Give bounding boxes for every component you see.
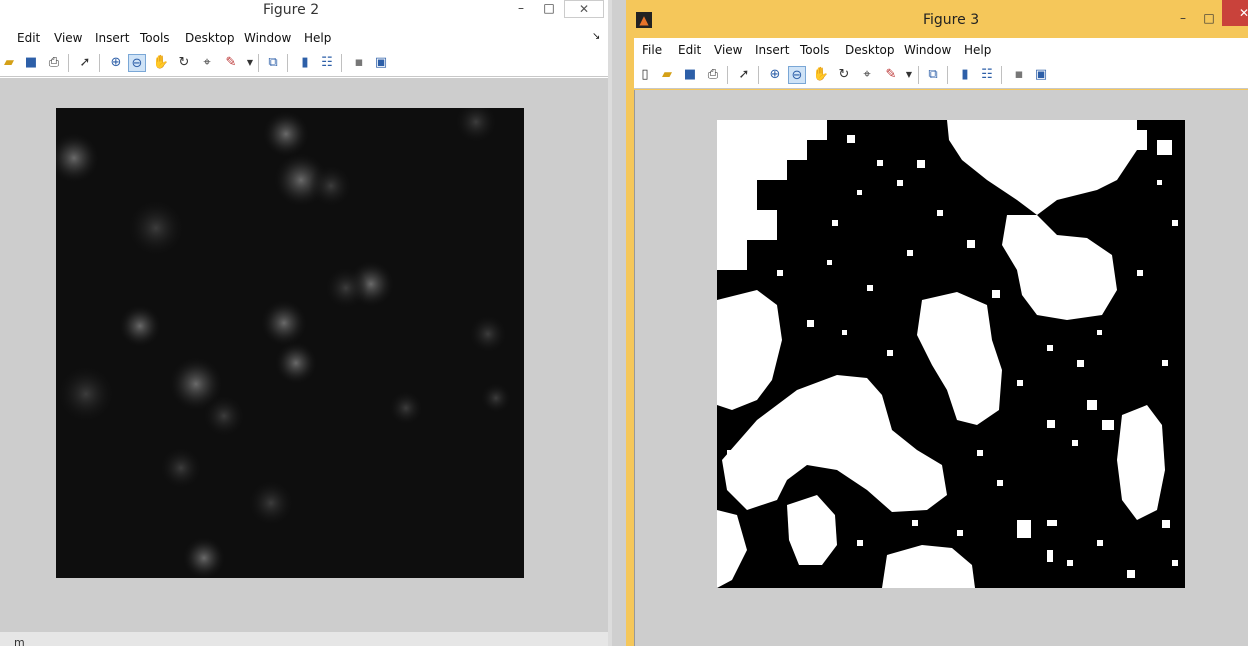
toolbar-separator (758, 66, 759, 84)
figure-2-window: Figure 2 – □ ✕ Edit View Insert Tools De… (0, 0, 612, 646)
toolbar-separator (947, 66, 948, 84)
zoom-out-icon[interactable]: ⊖ (128, 54, 146, 72)
data-cursor-icon[interactable]: ⌖ (858, 66, 876, 84)
pointer-icon[interactable]: ➚ (735, 66, 753, 84)
pointer-icon[interactable]: ➚ (76, 54, 94, 72)
colorbar-icon[interactable]: ▮ (956, 66, 974, 84)
menu-insert[interactable]: Insert (755, 43, 789, 57)
figure-3-menubar: File Edit View Insert Tools Desktop Wind… (634, 38, 1248, 62)
menu-tools[interactable]: Tools (140, 31, 170, 45)
maximize-button[interactable]: □ (536, 0, 562, 18)
grayscale-image-axes[interactable] (56, 108, 524, 578)
rotate-icon[interactable]: ↻ (835, 66, 853, 84)
figure-2-toolbar: ▰ ■ ⎙ ➚ ⊕ ⊖ ✋ ↻ ⌖ ✎ ▼ ⧉ ▮ ☷ ▪ ▣ (0, 50, 608, 77)
data-cursor-icon[interactable]: ⌖ (198, 54, 216, 72)
menu-help[interactable]: Help (964, 43, 991, 57)
menu-desktop[interactable]: Desktop (845, 43, 895, 57)
brush-dropdown-icon[interactable]: ▼ (241, 54, 259, 72)
hide-tools-icon[interactable]: ▪ (1010, 66, 1028, 84)
menu-window[interactable]: Window (904, 43, 951, 57)
toolbar-separator (68, 54, 69, 72)
menu-edit[interactable]: Edit (678, 43, 701, 57)
zoom-in-icon[interactable]: ⊕ (766, 66, 784, 84)
zoom-out-icon[interactable]: ⊖ (788, 66, 806, 84)
brush-icon[interactable]: ✎ (222, 54, 240, 72)
save-icon[interactable]: ■ (681, 66, 699, 84)
pan-icon[interactable]: ✋ (152, 54, 170, 72)
print-icon[interactable]: ⎙ (45, 54, 63, 72)
menu-window[interactable]: Window (244, 31, 291, 45)
legend-icon[interactable]: ☷ (318, 54, 336, 72)
minimize-button[interactable]: – (1170, 10, 1196, 28)
open-icon[interactable]: ▰ (0, 54, 18, 72)
toolbar-separator (99, 54, 100, 72)
toolbar-separator (341, 54, 342, 72)
maximize-button[interactable]: □ (1196, 10, 1222, 28)
grayscale-image (56, 108, 524, 578)
figure-2-title: Figure 2 (263, 2, 320, 18)
figure-2-menubar: Edit View Insert Tools Desktop Window He… (0, 26, 608, 50)
figure-3-window: ▲ Figure 3 – □ ✕ File Edit View Insert T… (626, 0, 1248, 646)
toolbar-separator (1001, 66, 1002, 84)
link-icon[interactable]: ⧉ (264, 54, 282, 72)
menu-desktop[interactable]: Desktop (185, 31, 235, 45)
matlab-logo-icon: ▲ (636, 12, 652, 28)
hide-tools-icon[interactable]: ▪ (350, 54, 368, 72)
binary-image-axes[interactable] (717, 120, 1185, 588)
toolbar-separator (287, 54, 288, 72)
new-figure-icon[interactable]: ▯ (636, 66, 654, 84)
status-strip (0, 632, 608, 646)
show-tools-icon[interactable]: ▣ (372, 54, 390, 72)
brush-dropdown-icon[interactable]: ▼ (900, 66, 918, 84)
menu-edit[interactable]: Edit (17, 31, 40, 45)
minimize-button[interactable]: – (508, 0, 534, 18)
rotate-icon[interactable]: ↻ (175, 54, 193, 72)
show-tools-icon[interactable]: ▣ (1032, 66, 1050, 84)
toolbar-separator (727, 66, 728, 84)
save-icon[interactable]: ■ (22, 54, 40, 72)
status-text: m (14, 636, 25, 646)
link-icon[interactable]: ⧉ (924, 66, 942, 84)
menu-tools[interactable]: Tools (800, 43, 830, 57)
menu-view[interactable]: View (54, 31, 82, 45)
toolbar-separator (258, 54, 259, 72)
menu-insert[interactable]: Insert (95, 31, 129, 45)
figure-3-title: Figure 3 (923, 12, 980, 28)
brush-icon[interactable]: ✎ (882, 66, 900, 84)
menu-help[interactable]: Help (304, 31, 331, 45)
menu-file[interactable]: File (642, 43, 662, 57)
legend-icon[interactable]: ☷ (978, 66, 996, 84)
print-icon[interactable]: ⎙ (704, 66, 722, 84)
binary-image (717, 120, 1185, 588)
menu-view[interactable]: View (714, 43, 742, 57)
close-button[interactable]: ✕ (1222, 0, 1248, 26)
colorbar-icon[interactable]: ▮ (296, 54, 314, 72)
figure-3-titlebar[interactable]: ▲ Figure 3 – □ ✕ (626, 0, 1248, 34)
pan-icon[interactable]: ✋ (812, 66, 830, 84)
zoom-in-icon[interactable]: ⊕ (107, 54, 125, 72)
figure-3-canvas-area (634, 90, 1248, 646)
figure-2-titlebar[interactable]: Figure 2 – □ ✕ (0, 0, 608, 20)
figure-3-toolbar: ▯ ▰ ■ ⎙ ➚ ⊕ ⊖ ✋ ↻ ⌖ ✎ ▼ ⧉ ▮ ☷ ▪ ▣ (634, 62, 1248, 89)
close-button[interactable]: ✕ (564, 0, 604, 18)
open-icon[interactable]: ▰ (658, 66, 676, 84)
dock-icon[interactable]: ↘ (592, 31, 600, 42)
figure-2-canvas-area (0, 78, 608, 632)
toolbar-separator (918, 66, 919, 84)
